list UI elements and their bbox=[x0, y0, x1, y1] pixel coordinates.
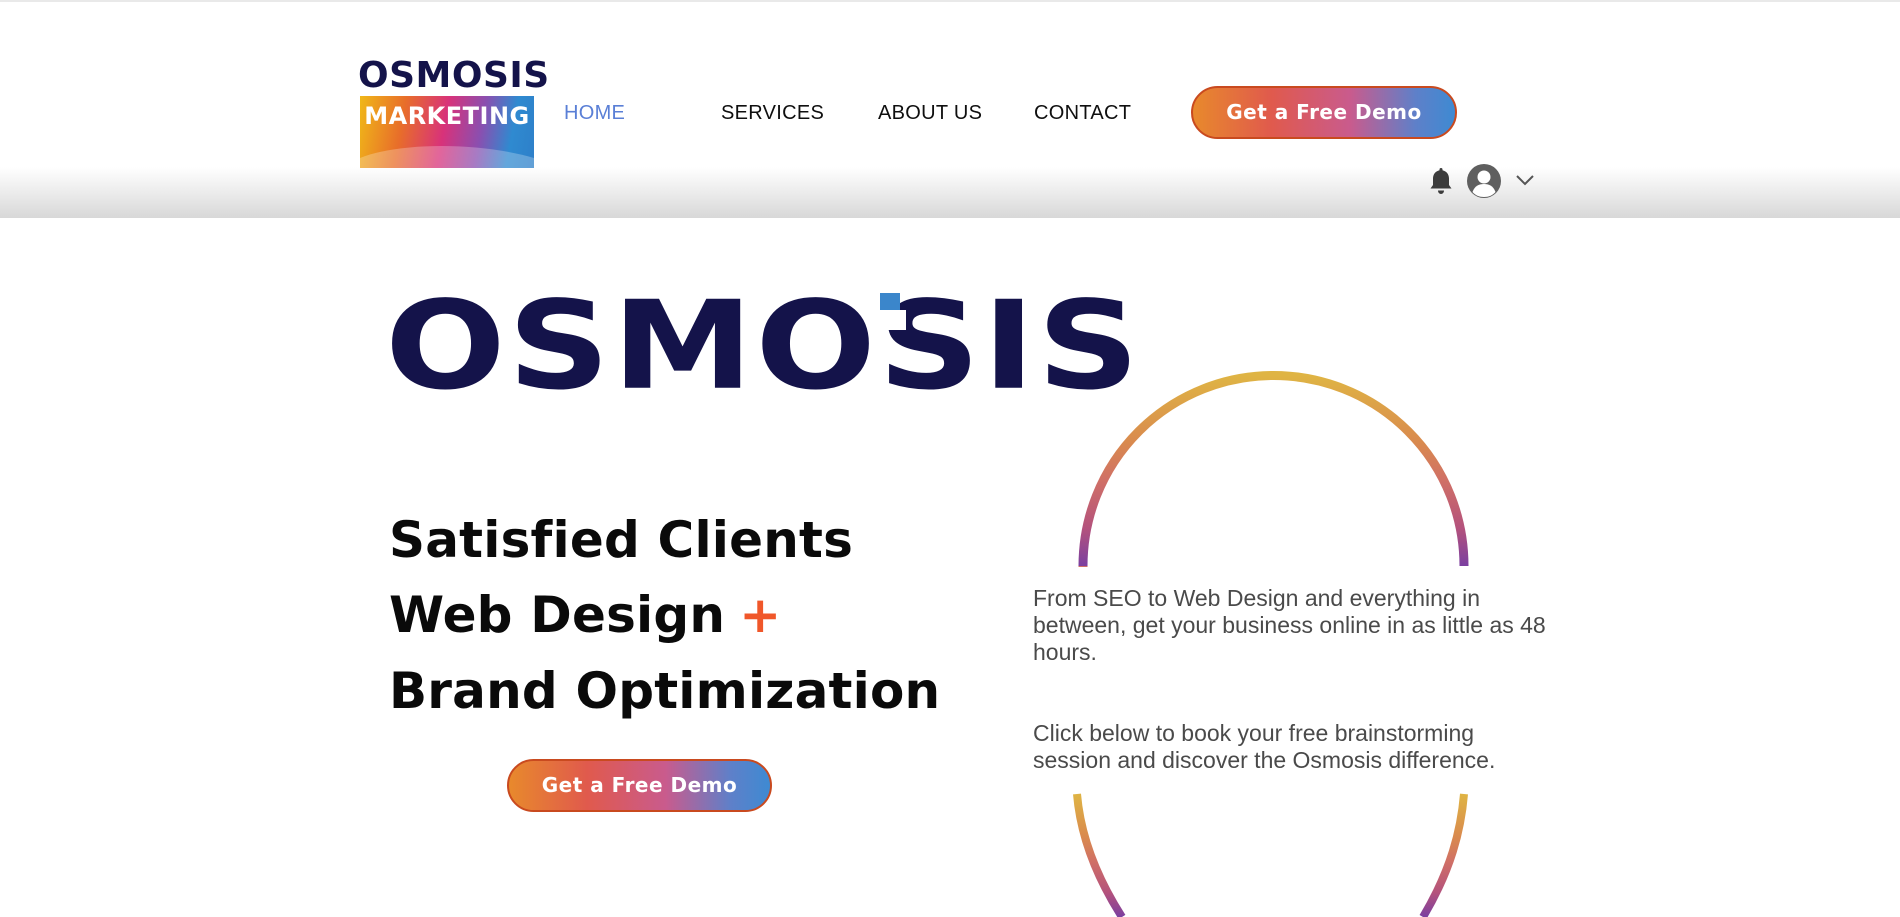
logo-wordmark: OSMOSIS bbox=[358, 55, 550, 96]
hero-logo: OSMOSIS bbox=[385, 282, 1139, 432]
nav-contact[interactable]: CONTACT bbox=[1034, 98, 1131, 128]
chevron-down-icon[interactable] bbox=[1514, 172, 1536, 188]
hero-free-demo-button[interactable]: Get a Free Demo bbox=[507, 759, 772, 812]
logo-marketing-banner: MARKETING bbox=[360, 96, 534, 168]
plus-icon: + bbox=[739, 586, 782, 644]
site-logo[interactable]: OSMOSIS MARKETING bbox=[358, 55, 550, 168]
headline-line-2: Web Design + bbox=[389, 580, 781, 650]
hero-logo-dot-mask bbox=[874, 310, 906, 330]
headline-line-1: Satisfied Clients bbox=[389, 511, 854, 569]
hero-logo-square-dot bbox=[880, 293, 900, 310]
headline-web-design: Web Design bbox=[389, 586, 726, 644]
avatar-icon[interactable] bbox=[1466, 163, 1502, 199]
site-header: OSMOSIS MARKETING HOME SERVICES ABOUT US… bbox=[0, 0, 1900, 218]
hero-booking-text: Click below to book your free brainstorm… bbox=[1033, 720, 1496, 773]
nav-services[interactable]: SERVICES bbox=[721, 98, 824, 128]
nav-home[interactable]: HOME bbox=[564, 98, 625, 128]
nav-about-us[interactable]: ABOUT US bbox=[878, 98, 982, 128]
hero-description: From SEO to Web Design and everything in… bbox=[1033, 585, 1546, 665]
headline-line-3: Brand Optimization bbox=[389, 662, 941, 720]
header-free-demo-button[interactable]: Get a Free Demo bbox=[1191, 86, 1457, 139]
logo-subtitle: MARKETING bbox=[364, 102, 530, 130]
bell-icon[interactable] bbox=[1428, 166, 1454, 196]
